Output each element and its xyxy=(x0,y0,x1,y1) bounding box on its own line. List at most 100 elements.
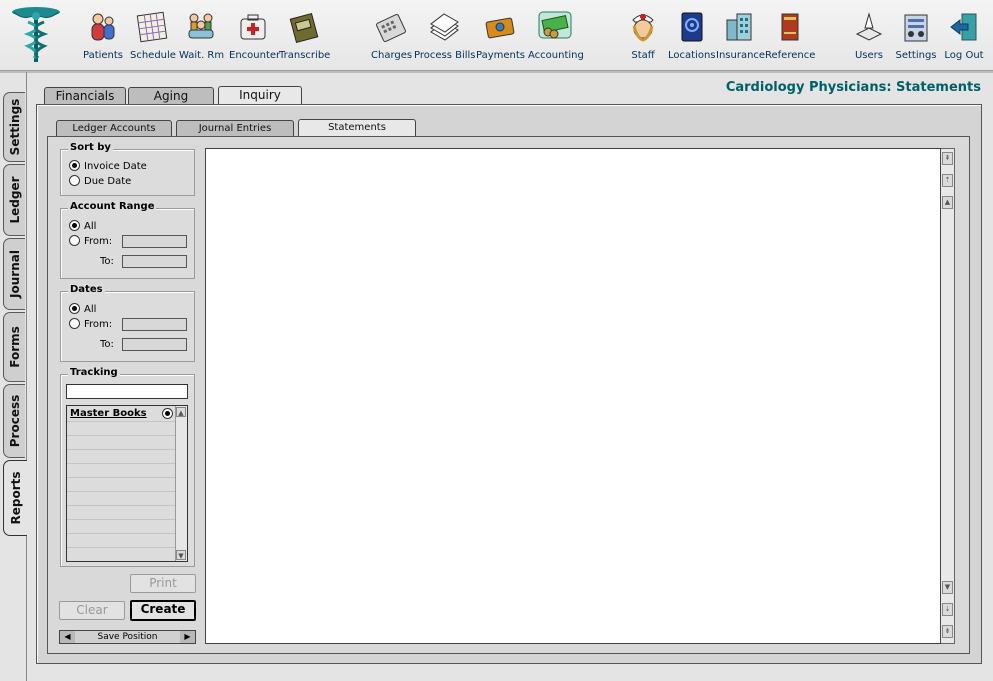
save-position-control: ◀ Save Position ▶ xyxy=(59,630,196,644)
scroll-page-up-icon[interactable]: ⇡ xyxy=(942,174,953,187)
scroll-down-icon[interactable]: ▼ xyxy=(176,550,186,560)
side-tab-process[interactable]: Process xyxy=(3,384,25,458)
tape-recorder-icon xyxy=(289,12,319,44)
toolbar-label: Reference xyxy=(765,50,816,61)
toolbar-transcribe-button[interactable]: Transcribe xyxy=(279,10,331,66)
toolbar-users-button[interactable]: Users xyxy=(852,10,886,66)
button-label: Clear xyxy=(76,603,108,617)
tracking-input[interactable] xyxy=(66,384,188,399)
toolbar-logout-button[interactable]: Log Out xyxy=(944,10,984,66)
address-book-icon xyxy=(681,12,703,42)
tracking-list-scrollbar[interactable]: ▲ ▼ xyxy=(175,406,187,561)
account-range-title: Account Range xyxy=(68,201,157,212)
list-item xyxy=(67,506,175,520)
scroll-up-icon[interactable]: ▲ xyxy=(176,407,186,417)
button-label: Print xyxy=(149,576,177,590)
toolbar-waiting-room-button[interactable]: Wait. Rm xyxy=(179,10,224,66)
dates-to-field[interactable] xyxy=(122,338,187,351)
users-icon xyxy=(855,12,883,41)
page-title: Cardiology Physicians: Statements xyxy=(725,80,981,95)
master-books-radio[interactable] xyxy=(162,408,173,419)
dates-group: Dates All From: To: xyxy=(60,284,195,362)
side-tab-label: Forms xyxy=(7,326,22,368)
toolbar-payments-button[interactable]: Payments xyxy=(476,10,525,66)
list-item xyxy=(67,520,175,534)
scroll-bottom-icon[interactable]: ⇟ xyxy=(942,625,953,638)
scroll-down-icon[interactable]: ▼ xyxy=(942,581,953,594)
dates-from-field[interactable] xyxy=(122,318,187,331)
statement-preview-area[interactable] xyxy=(205,148,941,644)
tab-label: Journal Entries xyxy=(198,123,272,134)
radio-button[interactable] xyxy=(69,303,80,314)
radio-button[interactable] xyxy=(69,235,80,246)
sort-by-group: Sort by Invoice Date Due Date xyxy=(60,142,195,196)
tab-label: Statements xyxy=(328,122,386,133)
tab-ledger-accounts[interactable]: Ledger Accounts xyxy=(56,120,172,136)
side-tab-label: Journal xyxy=(7,250,22,298)
toolbar-accounting-button[interactable]: Accounting xyxy=(528,10,584,66)
tracking-list[interactable]: Master Books ▲ ▼ xyxy=(66,405,188,562)
toolbar-label: Schedule xyxy=(130,50,176,61)
radio-button[interactable] xyxy=(69,160,80,171)
toolbar-schedule-button[interactable]: Schedule xyxy=(130,10,176,66)
side-tab-label: Process xyxy=(7,394,22,448)
side-tab-reports[interactable]: Reports xyxy=(3,460,27,536)
radio-button[interactable] xyxy=(69,220,80,231)
statement-scrollbar[interactable]: ⇞ ⇡ ▲ ▼ ⇣ ⇟ xyxy=(941,148,955,644)
toolbar-staff-button[interactable]: Staff xyxy=(627,10,659,66)
caduceus-logo-icon xyxy=(12,7,60,62)
account-range-from-field[interactable] xyxy=(122,235,187,248)
save-position-label[interactable]: Save Position xyxy=(98,632,158,642)
sort-invoice-date-option[interactable]: Invoice Date xyxy=(69,160,147,174)
nurse-icon xyxy=(632,14,654,42)
create-button[interactable]: Create xyxy=(130,600,196,621)
toolbar-charges-button[interactable]: Charges xyxy=(371,10,412,66)
calculator-icon xyxy=(376,14,406,42)
settings-icon xyxy=(904,14,928,42)
list-item xyxy=(67,436,175,450)
account-range-to-field[interactable] xyxy=(122,255,187,268)
account-range-all-option[interactable]: All xyxy=(69,220,96,234)
main-toolbar: Patients Schedule Wait. Rm Encounter Tra… xyxy=(0,0,993,73)
radio-button[interactable] xyxy=(69,175,80,186)
tab-journal-entries[interactable]: Journal Entries xyxy=(176,120,294,136)
tab-aging[interactable]: Aging xyxy=(128,87,214,105)
arrow-left-icon[interactable]: ◀ xyxy=(60,631,75,643)
toolbar-settings-button[interactable]: Settings xyxy=(894,10,938,66)
toolbar-label: Accounting xyxy=(528,50,584,61)
tab-label: Aging xyxy=(153,89,189,103)
toolbar-encounter-button[interactable]: Encounter xyxy=(229,10,281,66)
print-button[interactable]: Print xyxy=(130,574,196,593)
toolbar-insurance-button[interactable]: Insurance xyxy=(716,10,765,66)
toolbar-patients-button[interactable]: Patients xyxy=(82,10,124,66)
side-tab-settings[interactable]: Settings xyxy=(3,92,25,162)
scroll-up-icon[interactable]: ▲ xyxy=(942,196,953,209)
side-tab-journal[interactable]: Journal xyxy=(3,238,25,310)
side-tab-forms[interactable]: Forms xyxy=(3,312,25,382)
side-tab-ledger[interactable]: Ledger xyxy=(3,164,25,236)
tab-statements[interactable]: Statements xyxy=(298,119,416,136)
logout-door-icon xyxy=(950,13,977,41)
toolbar-locations-button[interactable]: Locations xyxy=(668,10,716,66)
tab-financials[interactable]: Financials xyxy=(44,87,126,105)
toolbar-reference-button[interactable]: Reference xyxy=(765,10,816,66)
list-item xyxy=(67,478,175,492)
tab-label: Financials xyxy=(55,89,115,103)
sort-due-date-option[interactable]: Due Date xyxy=(69,175,131,189)
scroll-page-down-icon[interactable]: ⇣ xyxy=(942,603,953,616)
toolbar-label: Transcribe xyxy=(279,50,331,61)
arrow-right-icon[interactable]: ▶ xyxy=(180,631,195,643)
list-item[interactable]: Master Books xyxy=(67,406,175,422)
toolbar-label: Patients xyxy=(82,50,124,61)
books-icon xyxy=(781,13,799,41)
scroll-top-icon[interactable]: ⇞ xyxy=(942,152,953,165)
toolbar-process-bills-button[interactable]: Process Bills xyxy=(414,10,476,66)
radio-button[interactable] xyxy=(69,318,80,329)
tab-inquiry[interactable]: Inquiry xyxy=(218,86,302,105)
dates-from-option[interactable]: From: xyxy=(69,318,112,332)
dates-all-option[interactable]: All xyxy=(69,303,96,317)
account-range-from-option[interactable]: From: xyxy=(69,235,112,249)
clear-button[interactable]: Clear xyxy=(59,601,125,620)
toolbar-label: Encounter xyxy=(229,50,281,61)
side-tab-strip: Settings Ledger Journal Forms Process Re… xyxy=(0,88,27,538)
